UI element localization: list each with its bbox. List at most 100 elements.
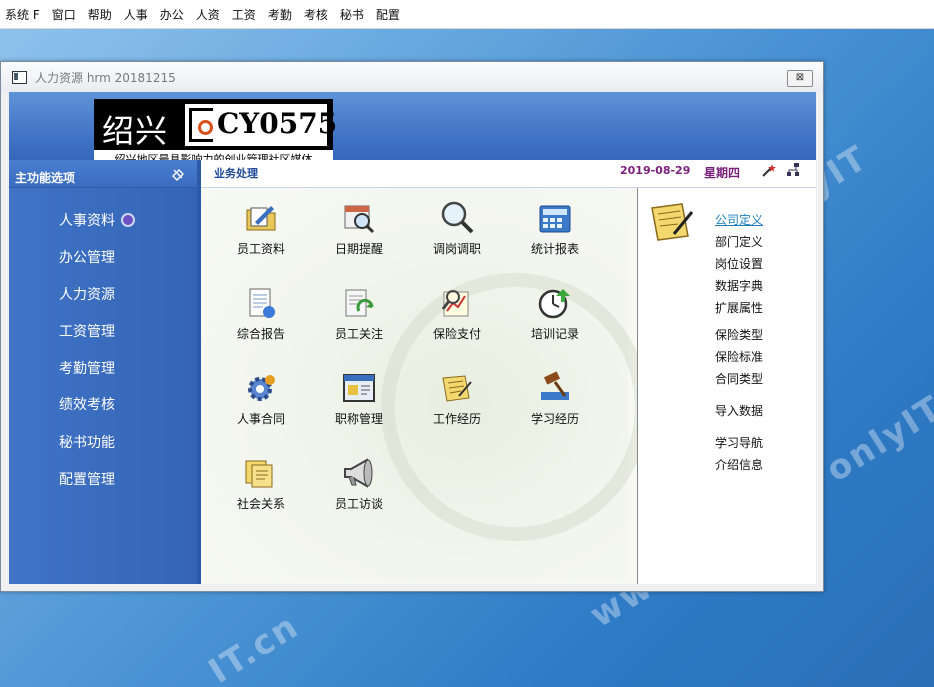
link-learning-guide[interactable]: 学习导航: [715, 434, 763, 451]
menu-attendance[interactable]: 考勤: [262, 6, 298, 23]
menu-config[interactable]: 配置: [370, 6, 406, 23]
tile-statistics-report[interactable]: 统计报表: [515, 200, 595, 257]
sidebar-item-label: 绩效考核: [59, 397, 115, 413]
sitemap-icon[interactable]: [785, 162, 801, 178]
menu-window[interactable]: 窗口: [46, 6, 82, 23]
clock-arrow-icon: [537, 285, 573, 321]
sidebar-item-label: 人力资源: [59, 287, 115, 303]
link-extended-attributes[interactable]: 扩展属性: [715, 299, 763, 316]
window-icon: [341, 370, 377, 406]
link-company-definition[interactable]: 公司定义: [715, 211, 763, 228]
link-data-dictionary[interactable]: 数据字典: [715, 277, 763, 294]
menu-hr[interactable]: 人资: [190, 6, 226, 23]
sidebar-header: 主功能选项: [9, 160, 197, 188]
sidebar: 主功能选项 人事资料 办公管理 人力资源 工资管理 考勤管理 绩效考核 秘书功能…: [9, 160, 197, 584]
menu-salary[interactable]: 工资: [226, 6, 262, 23]
main-title: 业务处理: [214, 167, 258, 180]
tile-employee-interview[interactable]: 员工访谈: [319, 455, 399, 512]
tile-employee-profile[interactable]: 员工资料: [221, 200, 301, 257]
document-refresh-icon: [341, 285, 377, 321]
sidebar-item-performance[interactable]: 绩效考核: [59, 394, 115, 414]
folders-icon: [243, 455, 279, 491]
gear-icon: [243, 370, 279, 406]
tile-study-experience[interactable]: 学习经历: [515, 370, 595, 427]
magic-wand-icon[interactable]: [761, 162, 777, 178]
tile-label: 工作经历: [432, 412, 481, 426]
sidebar-item-label: 考勤管理: [59, 361, 115, 377]
link-insurance-standard[interactable]: 保险标准: [715, 348, 763, 365]
menu-assessment[interactable]: 考核: [298, 6, 334, 23]
tile-label: 统计报表: [530, 242, 579, 256]
chart-magnifier-icon: [439, 285, 475, 321]
sidebar-item-personnel[interactable]: 人事资料: [59, 210, 135, 230]
tile-job-transfer[interactable]: 调岗调职: [417, 200, 497, 257]
megaphone-icon: [341, 455, 377, 491]
tile-label: 员工资料: [236, 242, 285, 256]
link-position-settings[interactable]: 岗位设置: [715, 255, 763, 272]
sidebar-item-label: 办公管理: [59, 250, 115, 266]
current-weekday: 星期四: [704, 166, 741, 180]
link-department-definition[interactable]: 部门定义: [715, 233, 763, 250]
window-title: 人力资源 hrm 20181215: [35, 70, 176, 85]
sidebar-item-label: 工资管理: [59, 324, 115, 340]
sidebar-item-hr[interactable]: 人力资源: [59, 284, 115, 304]
magnifier-icon: [439, 200, 475, 236]
sidebar-item-secretary[interactable]: 秘书功能: [59, 432, 115, 452]
menu-bar: 系统 F 窗口 帮助 人事 办公 人资 工资 考勤 考核 秘书 配置: [0, 0, 934, 29]
tile-work-experience[interactable]: 工作经历: [417, 370, 497, 427]
sidebar-item-office[interactable]: 办公管理: [59, 247, 115, 267]
calendar-search-icon: [341, 200, 377, 236]
tile-label: 日期提醒: [334, 242, 383, 256]
tile-label: 调岗调职: [432, 242, 481, 256]
desktop-background: onlyIT onlyIT www. IT.cn 人力资源 hrm 201812…: [0, 29, 934, 687]
tile-date-reminder[interactable]: 日期提醒: [319, 200, 399, 257]
tile-label: 人事合同: [236, 412, 285, 426]
tile-label: 保险支付: [432, 327, 481, 341]
title-bar[interactable]: 人力资源 hrm 20181215 ⊠: [1, 62, 823, 92]
function-grid: 员工资料 日期提醒 调岗调职 统计报表 综合报告 员工关注 保险支付 培训记录 …: [206, 188, 649, 580]
logo-mark-icon: [189, 108, 213, 142]
tile-comprehensive-report[interactable]: 综合报告: [221, 285, 301, 342]
sidebar-item-config[interactable]: 配置管理: [59, 469, 115, 489]
main-header: 业务处理 2019-08-29 星期四: [201, 160, 816, 188]
tile-label: 员工访谈: [334, 497, 383, 511]
close-button[interactable]: ⊠: [787, 70, 813, 87]
sidebar-item-attendance[interactable]: 考勤管理: [59, 358, 115, 378]
gavel-icon: [537, 370, 573, 406]
logo-black-band: 绍兴 CY0575: [94, 99, 337, 150]
sidebar-item-label: 人事资料: [59, 213, 115, 229]
sidebar-title: 主功能选项: [15, 171, 76, 185]
logo-cy-box: CY0575: [185, 104, 337, 146]
pin-icon[interactable]: [171, 168, 185, 182]
sidebar-item-label: 秘书功能: [59, 435, 115, 451]
notes-icon: [439, 370, 475, 406]
link-contract-types[interactable]: 合同类型: [715, 370, 763, 387]
main-panel: 业务处理 2019-08-29 星期四 员工资料 日期提醒 调岗调职 统计报表 …: [201, 160, 816, 584]
tile-personnel-contract[interactable]: 人事合同: [221, 370, 301, 427]
menu-office[interactable]: 办公: [154, 6, 190, 23]
tile-label: 员工关注: [334, 327, 383, 341]
tile-title-management[interactable]: 职称管理: [319, 370, 399, 427]
client-area: 绍兴 CY0575 绍兴地区最具影响力的创业管理社区媒体 主功能选项: [9, 92, 816, 584]
tile-label: 培训记录: [530, 327, 579, 341]
logo-cy-text: CY0575: [217, 107, 338, 140]
menu-help[interactable]: 帮助: [82, 6, 118, 23]
sidebar-item-salary[interactable]: 工资管理: [59, 321, 115, 341]
menu-personnel[interactable]: 人事: [118, 6, 154, 23]
calculator-icon: [537, 200, 573, 236]
link-intro-info[interactable]: 介绍信息: [715, 456, 763, 473]
brand-logo: 绍兴 CY0575 绍兴地区最具影响力的创业管理社区媒体: [94, 99, 337, 166]
tile-insurance-payment[interactable]: 保险支付: [417, 285, 497, 342]
tile-social-relations[interactable]: 社会关系: [221, 455, 301, 512]
tile-training-record[interactable]: 培训记录: [515, 285, 595, 342]
link-insurance-types[interactable]: 保险类型: [715, 326, 763, 343]
selected-indicator-icon: [121, 213, 135, 227]
watermark-text-2: onlyIT: [819, 387, 934, 491]
tile-employee-care[interactable]: 员工关注: [319, 285, 399, 342]
folder-edit-icon: [243, 200, 279, 236]
link-import-data[interactable]: 导入数据: [715, 402, 763, 419]
settings-panel: 公司定义 部门定义 岗位设置 数据字典 扩展属性 保险类型 保险标准 合同类型 …: [637, 188, 816, 584]
menu-secretary[interactable]: 秘书: [334, 6, 370, 23]
tile-label: 职称管理: [334, 412, 383, 426]
menu-system[interactable]: 系统 F: [0, 6, 46, 23]
